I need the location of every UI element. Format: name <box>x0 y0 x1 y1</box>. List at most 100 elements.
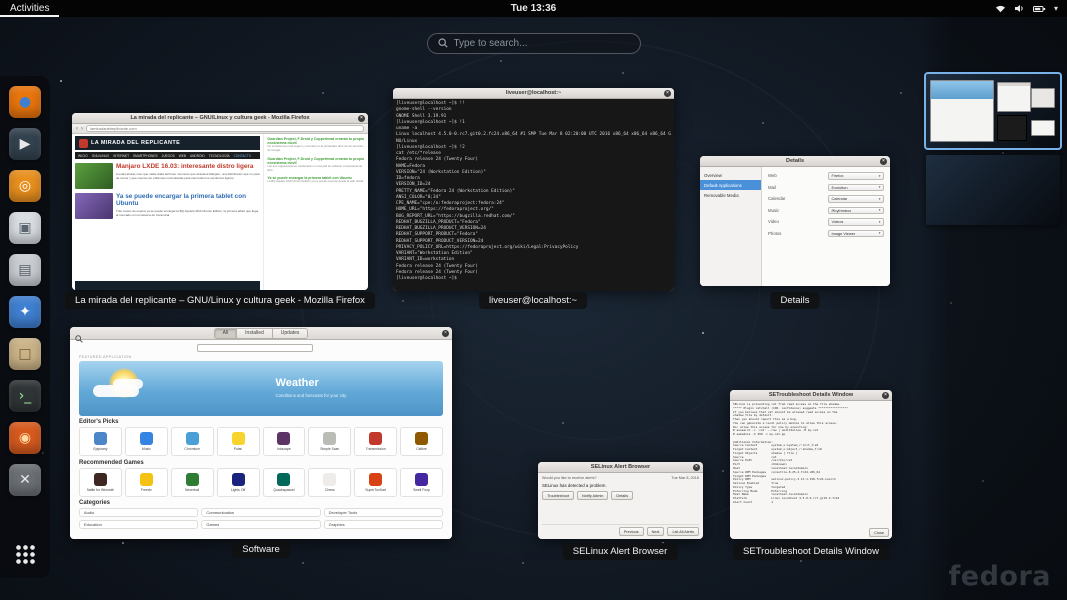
recommended-game-tile[interactable]: Lights Off <box>217 468 260 497</box>
workspace-thumbnail-2[interactable] <box>926 155 1060 225</box>
window-setroubleshoot-details[interactable]: SETroubleshoot Details Window × SELinux … <box>730 390 892 539</box>
site-nav-item[interactable]: JUEGOS <box>162 154 175 158</box>
close-icon[interactable]: × <box>880 158 887 165</box>
dash-item-boxes[interactable]: □ <box>9 338 41 370</box>
close-icon[interactable]: × <box>693 464 700 471</box>
article-title[interactable]: Ya se puede encargar la primera tablet c… <box>116 193 260 207</box>
window-firefox[interactable]: La mirada del replicante – GNU/Linux y c… <box>72 113 368 290</box>
window-selinux-alert-browser[interactable]: SELinux Alert Browser × Would you like t… <box>538 462 703 539</box>
alert-button[interactable]: Details <box>611 491 633 500</box>
search-input[interactable] <box>454 38 630 49</box>
default-app-dropdown[interactable]: Rhythmbox▾ <box>828 207 884 215</box>
dash-item-terminal[interactable]: ›_ <box>9 380 41 412</box>
default-app-row: MusicRhythmbox▾ <box>768 207 884 215</box>
close-button[interactable]: Close <box>869 528 889 537</box>
dash-item-videos[interactable]: ▶ <box>9 128 41 160</box>
editors-pick-tile[interactable]: Polari <box>217 427 260 456</box>
back-icon[interactable]: ‹ <box>76 126 78 132</box>
software-content: Featured Application Weather Conditions … <box>70 340 452 539</box>
category-button[interactable]: Education <box>79 520 198 529</box>
default-app-dropdown[interactable]: Calendar▾ <box>828 195 884 203</box>
recommended-game-tile[interactable]: SuperTuxKart <box>354 468 397 497</box>
alert-button[interactable]: Notify Admin <box>577 491 608 500</box>
dash-item-media-writer[interactable]: ◉ <box>9 422 41 454</box>
default-app-dropdown[interactable]: Firefox▾ <box>828 172 884 180</box>
dash-item-shotwell[interactable]: ◎ <box>9 170 41 202</box>
category-button[interactable]: Communication <box>201 508 320 517</box>
editors-pick-tile[interactable]: Music <box>125 427 168 456</box>
url-bar[interactable] <box>86 125 364 132</box>
alert-nav-button[interactable]: Next <box>647 527 665 536</box>
software-tab-all[interactable]: All <box>215 329 238 338</box>
recommended-game-tile[interactable]: Swell Foop <box>400 468 443 497</box>
alert-nav-button[interactable]: Previous <box>619 527 644 536</box>
site-nav-item[interactable]: TECNOLOGÍA <box>209 154 230 158</box>
site-nav-item[interactable]: INTERNET <box>113 154 129 158</box>
recommended-game-tile[interactable]: Chess <box>308 468 351 497</box>
category-button[interactable]: Games <box>201 520 320 529</box>
dash-item-software[interactable]: ✦ <box>9 296 41 328</box>
site-nav-item[interactable]: GNU/LINUX <box>92 154 109 158</box>
fedora-watermark: fedora <box>949 561 1051 592</box>
software-tab-updates[interactable]: Updates <box>273 329 308 338</box>
site-nav-item[interactable]: CONTACTO <box>234 154 252 158</box>
default-app-dropdown[interactable]: Image Viewer▾ <box>828 230 884 238</box>
forward-icon[interactable]: › <box>81 126 83 132</box>
recommended-game-tile[interactable]: Battle for Wesnoth <box>79 468 122 497</box>
activities-button[interactable]: Activities <box>0 0 59 17</box>
featured-banner-weather[interactable]: Weather Conditions and forecasts for you… <box>79 361 443 416</box>
search-bar[interactable] <box>427 33 641 54</box>
close-icon[interactable]: × <box>358 115 365 122</box>
default-applications-list: WebFirefox▾MailEvolution▾CalendarCalenda… <box>762 167 890 286</box>
window-details[interactable]: Details × OverviewDefault ApplicationsRe… <box>700 156 890 286</box>
site-nav-item[interactable]: SMARTPHONES <box>133 154 158 158</box>
close-icon[interactable]: × <box>664 90 671 97</box>
default-app-label: Photos <box>768 231 781 236</box>
dash-item-show-applications[interactable] <box>9 538 41 570</box>
app-name: Transmission <box>366 447 386 451</box>
close-icon[interactable]: × <box>442 330 449 337</box>
browser-viewport: LA MIRADA DEL REPLICANTE INICIOGNU/LINUX… <box>72 134 368 290</box>
list-all-alerts-button[interactable]: List All Alerts <box>667 527 699 536</box>
workspace-thumbnail-1[interactable] <box>926 74 1060 148</box>
settings-sidebar-item[interactable]: Overview <box>700 170 761 180</box>
dash-item-documents[interactable]: ▤ <box>9 254 41 286</box>
editors-pick-tile[interactable]: Calibre <box>400 427 443 456</box>
window-terminal[interactable]: liveuser@localhost:~ × [liveuser@localho… <box>393 88 674 291</box>
default-app-label: Web <box>768 173 777 178</box>
editors-pick-tile[interactable]: Epiphany <box>79 427 122 456</box>
software-tab-installed[interactable]: Installed <box>237 329 273 338</box>
system-status-area[interactable]: ▾ <box>995 4 1067 13</box>
boxes-icon: □ <box>18 347 31 361</box>
settings-sidebar-item[interactable]: Removable Media <box>700 190 761 200</box>
settings-sidebar-item[interactable]: Default Applications <box>700 180 761 190</box>
recommended-game-tile[interactable]: Neverball <box>171 468 214 497</box>
category-button[interactable]: Graphics <box>324 520 443 529</box>
editors-pick-tile[interactable]: Simple Scan <box>308 427 351 456</box>
article-title[interactable]: Manjaro LXDE 16.03: interesante distro l… <box>116 163 260 170</box>
window-software[interactable]: AllInstalledUpdates × Featured Applicati… <box>70 327 452 539</box>
site-logo <box>79 139 88 148</box>
editors-pick-tile[interactable]: Inkscape <box>263 427 306 456</box>
sidebar-article-body: Las tres organizaciones colaborarán en u… <box>267 165 365 172</box>
default-app-dropdown[interactable]: Videos▾ <box>828 218 884 226</box>
dash-item-tools[interactable]: ✕ <box>9 464 41 496</box>
recommended-game-tile[interactable]: Freeciv <box>125 468 168 497</box>
editors-pick-tile[interactable]: Transmission <box>354 427 397 456</box>
clock-button[interactable]: Tue 13:36 <box>511 3 556 14</box>
search-icon[interactable] <box>75 330 83 348</box>
dash-item-photos[interactable]: ▣ <box>9 212 41 244</box>
editors-pick-tile[interactable]: Chromium <box>171 427 214 456</box>
dash-item-firefox[interactable]: ● <box>9 86 41 118</box>
site-nav-item[interactable]: WEB <box>179 154 186 158</box>
site-nav-item[interactable]: ANDROID <box>190 154 205 158</box>
default-app-dropdown[interactable]: Evolution▾ <box>828 184 884 192</box>
close-icon[interactable]: × <box>882 392 889 399</box>
category-button[interactable]: Developer Tools <box>324 508 443 517</box>
recommended-game-tile[interactable]: Quadrapassel <box>263 468 306 497</box>
alert-button[interactable]: Troubleshoot <box>542 491 574 500</box>
software-search-entry[interactable] <box>197 344 313 352</box>
app-name: Polari <box>234 447 243 451</box>
category-button[interactable]: Audio <box>79 508 198 517</box>
site-nav-item[interactable]: INICIO <box>78 154 88 158</box>
